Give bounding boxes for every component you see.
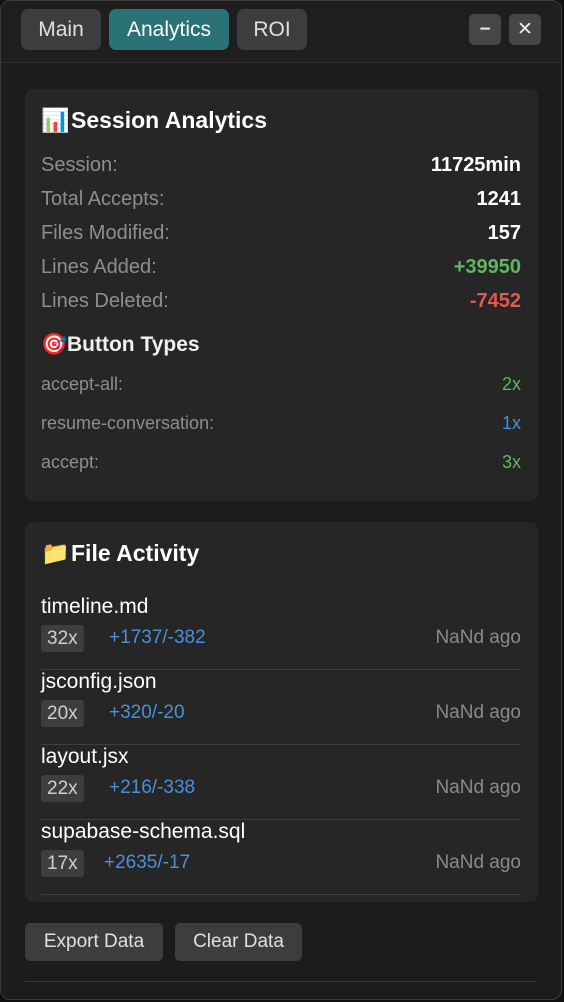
stat-label: Lines Deleted: [41, 290, 169, 312]
session-analytics-heading: Session Analytics [71, 107, 268, 133]
button-type-count: 2x [501, 374, 521, 394]
stat-row-lines-added: Lines Added: +39950 [41, 256, 521, 286]
file-count-badge: 20x [41, 700, 84, 727]
bar-chart-icon: 📊 [41, 107, 70, 133]
file-count-badge: 32x [41, 625, 84, 652]
session-analytics-title: 📊Session Analytics [41, 107, 267, 134]
stat-label: Lines Added: [41, 256, 157, 278]
file-list-item[interactable]: supabase-schema.sql 17x +2635/-17 NaNd a… [41, 820, 521, 895]
bottom-divider [25, 981, 537, 982]
button-type-row-resume-conversation: resume-conversation: 1x [41, 413, 521, 439]
file-list-item[interactable]: jsconfig.json 20x +320/-20 NaNd ago [41, 670, 521, 745]
button-type-label: accept: [41, 452, 100, 472]
file-activity-title: 📁File Activity [41, 540, 199, 567]
stat-label: Total Accepts: [41, 188, 165, 210]
file-time: NaNd ago [435, 627, 521, 648]
file-name: supabase-schema.sql [41, 820, 246, 843]
button-type-label: accept-all: [41, 374, 124, 394]
file-time: NaNd ago [435, 777, 521, 798]
file-count-badge: 17x [41, 850, 84, 877]
file-time: NaNd ago [435, 852, 521, 873]
file-diff: +216/-338 [109, 777, 196, 798]
stat-value: 1241 [476, 188, 522, 210]
stat-row-total-accepts: Total Accepts: 1241 [41, 188, 521, 218]
file-diff: +320/-20 [109, 702, 185, 723]
button-type-label: resume-conversation: [41, 413, 215, 433]
file-activity-card: 📁File Activity timeline.md 32x +1737/-38… [25, 522, 538, 902]
export-data-button[interactable]: Export Data [25, 923, 163, 961]
clear-data-button[interactable]: Clear Data [175, 923, 302, 961]
stat-value: -7452 [469, 290, 521, 312]
file-name: timeline.md [41, 595, 149, 618]
analytics-window: Main Analytics ROI − ✕ 📊Session Analytic… [0, 0, 562, 1000]
button-type-row-accept-all: accept-all: 2x [41, 374, 521, 400]
stat-label: Session: [41, 154, 118, 176]
target-icon: 🎯 [41, 333, 68, 356]
file-diff: +2635/-17 [104, 852, 191, 873]
file-count-badge: 22x [41, 775, 84, 802]
stat-row-lines-deleted: Lines Deleted: -7452 [41, 290, 521, 320]
button-types-title: 🎯Button Types [41, 333, 200, 357]
button-type-count: 1x [501, 413, 521, 433]
tab-main[interactable]: Main [21, 9, 101, 50]
tab-analytics[interactable]: Analytics [109, 9, 229, 50]
button-type-row-accept: accept: 3x [41, 452, 521, 478]
stat-row-session: Session: 11725min [41, 154, 521, 184]
minimize-button[interactable]: − [469, 14, 501, 45]
tab-roi[interactable]: ROI [237, 9, 307, 50]
folder-icon: 📁 [41, 540, 70, 566]
session-analytics-card: 📊Session Analytics Session: 11725min Tot… [25, 89, 538, 501]
button-type-count: 3x [501, 452, 521, 472]
stat-value: 157 [487, 222, 521, 244]
stat-value: 11725min [430, 154, 521, 176]
button-types-heading: Button Types [67, 333, 200, 356]
file-diff: +1737/-382 [109, 627, 206, 648]
file-list-item[interactable]: timeline.md 32x +1737/-382 NaNd ago [41, 595, 521, 670]
file-time: NaNd ago [435, 702, 521, 723]
close-button[interactable]: ✕ [509, 14, 541, 45]
stat-label: Files Modified: [41, 222, 170, 244]
file-name: layout.jsx [41, 745, 129, 768]
stat-row-files-modified: Files Modified: 157 [41, 222, 521, 252]
title-bar: Main Analytics ROI − ✕ [1, 1, 561, 63]
file-activity-heading: File Activity [71, 540, 200, 566]
file-list-item[interactable]: layout.jsx 22x +216/-338 NaNd ago [41, 745, 521, 820]
stat-value: +39950 [453, 256, 521, 278]
file-name: jsconfig.json [41, 670, 157, 693]
